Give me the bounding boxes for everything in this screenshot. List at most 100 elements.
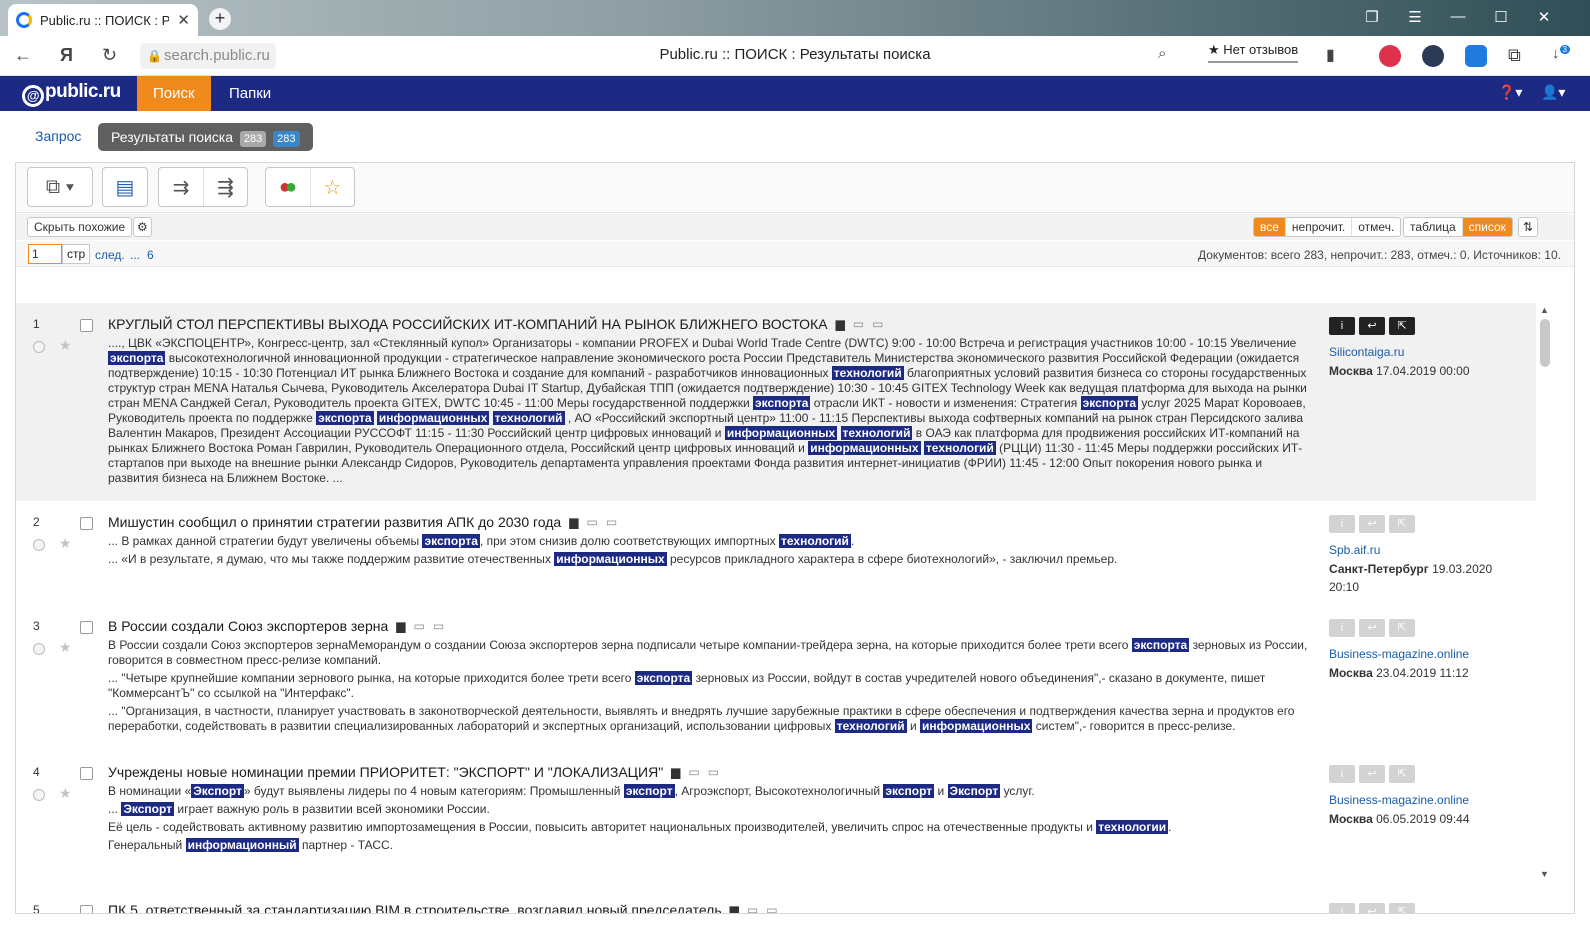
page-number-input[interactable] [28,244,62,264]
scroll-down-icon[interactable]: ▼ [1540,869,1549,879]
reply-icon[interactable]: ↩ [1359,515,1385,533]
open-external-icon[interactable]: ⇱ [1389,903,1415,913]
result-title-text[interactable]: В России создали Союз экспортеров зерна [108,618,388,634]
info-icon[interactable]: i [1329,515,1355,533]
nav-search[interactable]: Поиск [137,76,211,111]
public-ru-logo[interactable]: @ public.ru [22,81,121,107]
result-title-text[interactable]: ПК 5, ответственный за стандартизацию BI… [108,902,722,913]
open-external-icon[interactable]: ⇱ [1389,515,1415,533]
info-icon[interactable]: i [1329,765,1355,783]
open-external-icon[interactable]: ⇱ [1389,765,1415,783]
reply-icon[interactable]: ↩ [1359,619,1385,637]
read-status-icon[interactable] [33,643,45,655]
translate-icon[interactable]: ⧉ [1508,45,1521,66]
menu-icon[interactable]: ☰ [1405,8,1425,26]
favorite-star-icon[interactable]: ★ [59,337,72,354]
export-word-button[interactable]: ▤ [103,168,147,206]
download-icon[interactable]: ↓ 3 [1552,45,1570,62]
view-list[interactable]: список [1461,218,1512,236]
result-source-link[interactable]: Spb.aif.ru [1329,543,1519,557]
browser-tab[interactable]: Public.ru :: ПОИСК : Рез ✕ [8,4,198,36]
read-status-icon[interactable] [33,539,45,551]
help-icon[interactable]: ❓▾ [1498,84,1522,101]
result-title[interactable]: В России создали Союз экспортеров зерна ▆… [108,617,1308,635]
result-title[interactable]: Мишустин сообщил о принятии стратегии ра… [108,513,1308,531]
result-checkbox[interactable] [80,517,93,530]
document-icon[interactable]: ▆ [730,901,739,913]
close-tab-icon[interactable]: ✕ [177,11,190,29]
tab-results[interactable]: Результаты поиска 283 283 [98,123,313,151]
move-to-folder-button[interactable]: ⇶ [203,168,247,206]
result-source-link[interactable]: Business-magazine.online [1329,647,1519,661]
view-table[interactable]: таблица [1404,218,1462,236]
info-icon[interactable]: i [1329,317,1355,335]
user-icon[interactable]: 👤▾ [1541,84,1565,101]
document-icon[interactable]: ▆ [836,315,845,333]
tab-query[interactable]: Запрос [35,128,81,144]
read-status-icon[interactable] [33,789,45,801]
result-title[interactable]: Учреждены новые номинации премии ПРИОРИТ… [108,763,1308,781]
result-checkbox[interactable] [80,767,93,780]
favorite-star-icon[interactable]: ★ [59,535,72,552]
window-close-icon[interactable]: ✕ [1534,8,1554,26]
result-checkbox[interactable] [80,621,93,634]
document-image-icon[interactable]: ▭ [433,617,444,635]
result-source-link[interactable]: Silicontaiga.ru [1329,345,1519,359]
sort-icon[interactable]: ⇅ [1518,217,1539,237]
document-image-icon[interactable]: ▭ [766,901,777,913]
info-icon[interactable]: i [1329,619,1355,637]
filter-all[interactable]: все [1254,218,1285,236]
extension-dark-icon[interactable] [1422,45,1444,67]
document-text-icon[interactable]: ▭ [747,901,758,913]
document-icon[interactable]: ▆ [396,617,405,635]
select-all-button[interactable]: ⧉ ▾ [28,168,92,206]
result-title-text[interactable]: Мишустин сообщил о принятии стратегии ра… [108,514,561,530]
document-text-icon[interactable]: ▭ [414,617,425,635]
new-tab-button[interactable]: + [209,8,231,30]
extension-blue-icon[interactable] [1465,45,1487,67]
reviews-button[interactable]: ★ Нет отзывов [1208,42,1299,63]
favorite-star-icon[interactable]: ★ [59,639,72,656]
next-page-link[interactable]: след. [95,248,125,262]
color-mark-button[interactable]: ●● [266,168,310,206]
result-source-link[interactable]: Business-magazine.online [1329,793,1519,807]
filter-marked[interactable]: отмеч. [1351,218,1400,236]
hide-similar-button[interactable]: Скрыть похожие [27,217,133,237]
document-text-icon[interactable]: ▭ [853,315,864,333]
settings-gear-icon[interactable]: ⚙ [133,217,152,237]
bookmark-icon[interactable]: ▮ [1326,45,1335,65]
open-external-icon[interactable]: ⇱ [1389,619,1415,637]
nav-folders[interactable]: Папки [213,76,287,111]
document-icon[interactable]: ▆ [671,763,680,781]
copy-to-folder-button[interactable]: ⇉ [159,168,203,206]
results-scrollbar[interactable]: ▲ ▼ [1536,303,1554,883]
document-text-icon[interactable]: ▭ [688,763,699,781]
document-image-icon[interactable]: ▭ [606,513,617,531]
result-title-text[interactable]: Учреждены новые номинации премии ПРИОРИТ… [108,764,663,780]
favorites-button[interactable]: ☆ [310,168,354,206]
extension-red-icon[interactable] [1379,45,1401,67]
document-image-icon[interactable]: ▭ [708,763,719,781]
reply-icon[interactable]: ↩ [1359,903,1385,913]
reply-icon[interactable]: ↩ [1359,317,1385,335]
result-title[interactable]: ПК 5, ответственный за стандартизацию BI… [108,901,1308,913]
scroll-thumb[interactable] [1540,319,1550,367]
scroll-up-icon[interactable]: ▲ [1540,305,1549,315]
bookmarks-panel-icon[interactable]: ❐ [1362,8,1382,26]
document-text-icon[interactable]: ▭ [586,513,597,531]
maximize-icon[interactable]: ☐ [1491,8,1511,26]
open-external-icon[interactable]: ⇱ [1389,317,1415,335]
last-page-link[interactable]: 6 [147,248,154,262]
reply-icon[interactable]: ↩ [1359,765,1385,783]
read-status-icon[interactable] [33,341,45,353]
result-checkbox[interactable] [80,905,93,913]
filter-unread[interactable]: непрочит. [1284,218,1351,236]
zoom-icon[interactable]: ⌕ [1158,45,1166,62]
document-image-icon[interactable]: ▭ [872,315,883,333]
favorite-star-icon[interactable]: ★ [59,785,72,802]
result-checkbox[interactable] [80,319,93,332]
info-icon[interactable]: i [1329,903,1355,913]
document-icon[interactable]: ▆ [569,513,578,531]
result-title[interactable]: КРУГЛЫЙ СТОЛ ПЕРСПЕКТИВЫ ВЫХОДА РОССИЙСК… [108,315,1308,333]
result-title-text[interactable]: КРУГЛЫЙ СТОЛ ПЕРСПЕКТИВЫ ВЫХОДА РОССИЙСК… [108,316,828,332]
